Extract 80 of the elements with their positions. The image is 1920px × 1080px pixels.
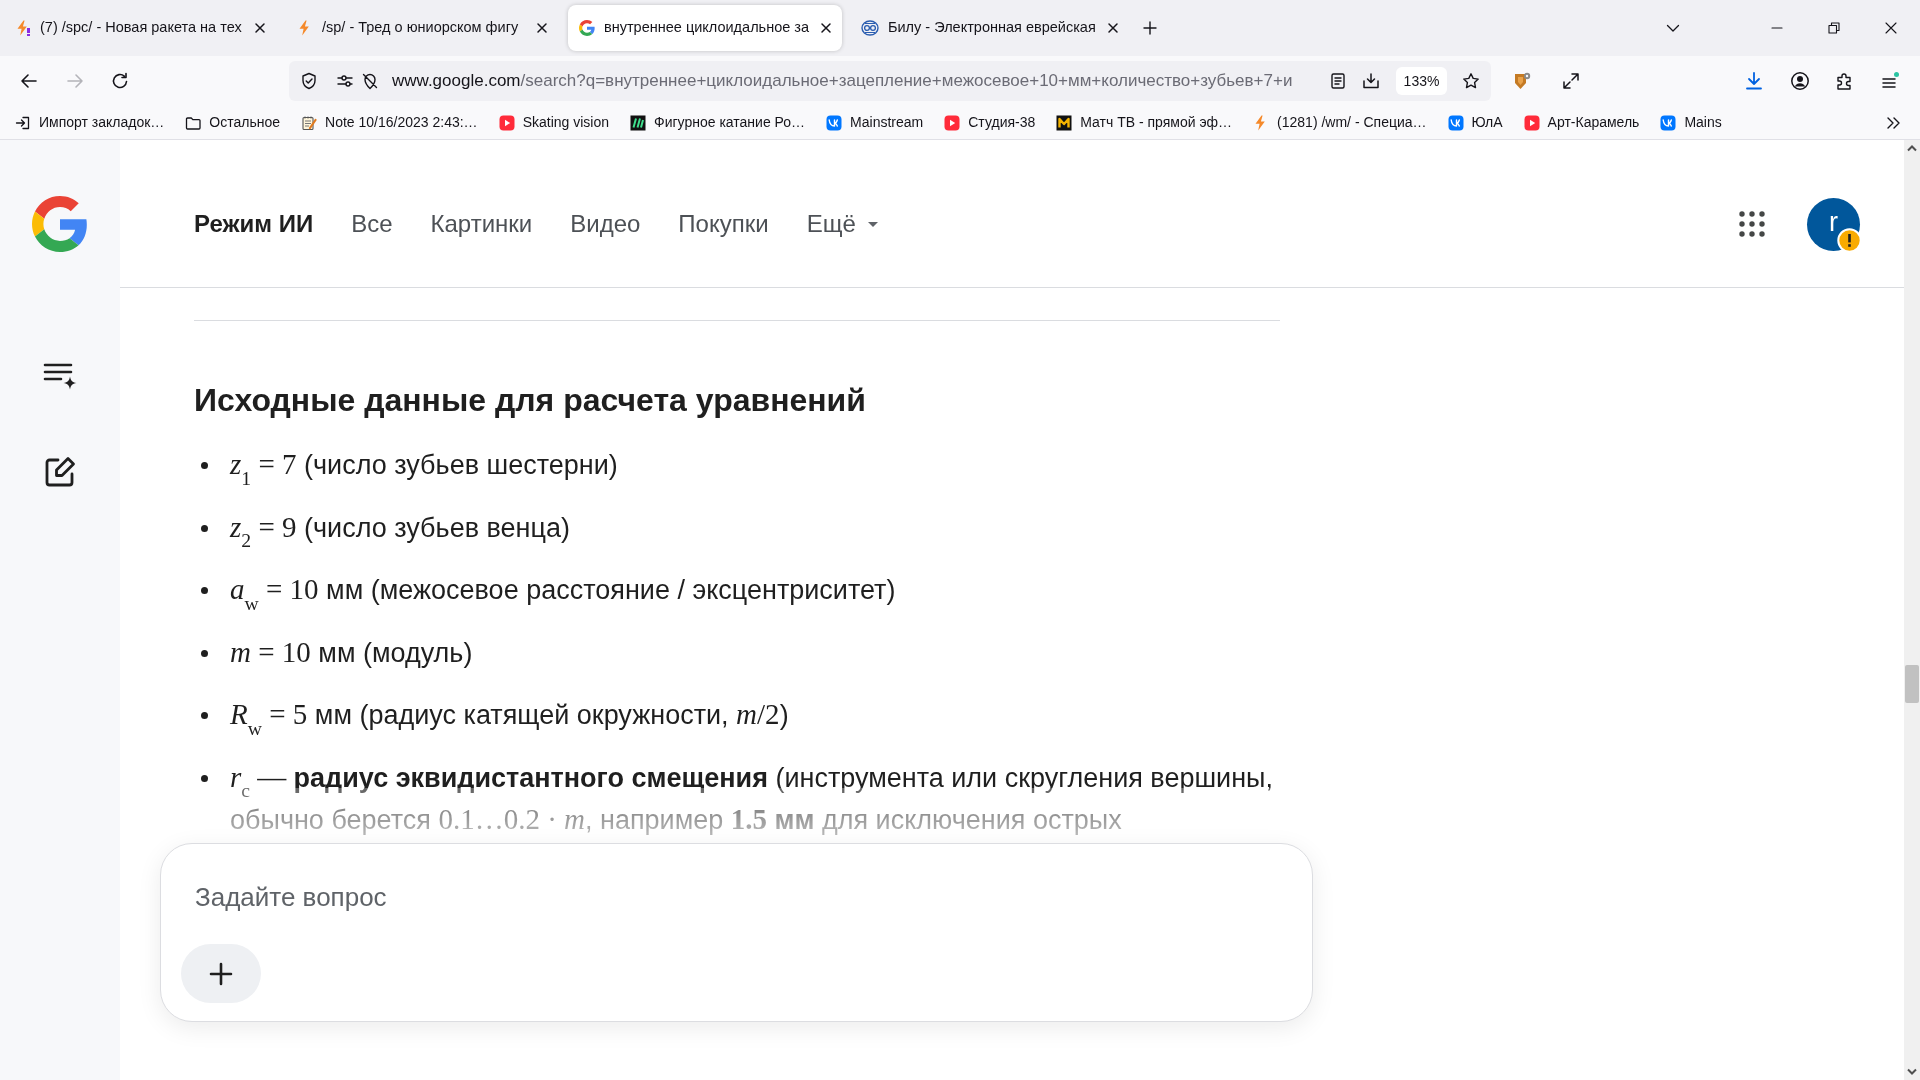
- bullet-icon: [201, 524, 208, 532]
- section-heading: Исходные данные для расчета уравнений: [194, 381, 866, 420]
- download-icon[interactable]: [1744, 71, 1764, 91]
- stripes-logo-icon: [630, 114, 646, 131]
- app-logo-icon: [1447, 114, 1464, 131]
- app-logo-icon: [826, 114, 843, 131]
- reader-view-icon[interactable]: [1329, 72, 1347, 90]
- g-logo-icon[interactable]: [32, 196, 88, 252]
- bookmark-item[interactable]: ЮлА: [1447, 112, 1503, 133]
- app-logo-icon: [1660, 114, 1677, 131]
- edit-icon[interactable]: [43, 455, 77, 489]
- bookmark-item[interactable]: Матч ТВ - прямой эф…: [1056, 112, 1233, 133]
- close-icon[interactable]: [534, 20, 550, 36]
- scroll-down-icon[interactable]: [1906, 1068, 1918, 1076]
- list-item-text: m = 10 мм (модуль): [230, 634, 473, 670]
- list-item-text: R$_{w}$ = 5 мм (радиус катящей окружности, m/2): [230, 697, 789, 736]
- close-icon[interactable]: [1883, 21, 1898, 35]
- lightning-icon: [15, 20, 31, 36]
- bullet-icon: [201, 712, 208, 719]
- nav-tab[interactable]: Покупки: [678, 204, 769, 244]
- scrollbar-thumb[interactable]: [1905, 665, 1919, 703]
- g-logo-icon: [579, 20, 595, 36]
- nav-tab[interactable]: Картинки: [430, 204, 533, 244]
- bullet-icon: [201, 649, 208, 657]
- play-icon: [944, 114, 961, 131]
- close-icon[interactable]: [252, 20, 268, 36]
- browser-tab[interactable]: (7) /spc/ - Новая ракета на тех: [4, 5, 278, 51]
- bullet-icon: [201, 462, 208, 469]
- star-icon[interactable]: [1462, 72, 1480, 90]
- expand-icon[interactable]: [1561, 71, 1581, 91]
- save-page-icon[interactable]: [1362, 72, 1380, 90]
- address-bar[interactable]: www.google.com/search?q=внутреннее+циклоидальное+зацепление+межосевое+10+мм+количество+зубьев+7+и 133%: [289, 61, 1491, 101]
- list-item-text: a$_{w}$ = 10 мм (межосевое расстояние / эксцентриситет): [230, 572, 896, 611]
- bookmark-item[interactable]: Студия-38: [944, 112, 1036, 133]
- bullet-icon: [201, 587, 208, 594]
- restore-icon[interactable]: [1826, 21, 1841, 35]
- scrollbar[interactable]: [1904, 140, 1920, 1080]
- list-item-text: r$_{c}$ — радиус эквидистантного смещения (инструмента или скругления вершины, обычно берется 0.1…0.2 · m, например 1.5 мм для исключения острых: [230, 759, 1274, 837]
- apps-icon[interactable]: [1738, 210, 1766, 238]
- zigzag-logo-icon: [1056, 114, 1073, 131]
- url-text: www.google.com/search?q=внутреннее+циклоидальное+зацепление+межосевое+10+мм+количество+зубьев+7+и: [392, 70, 1293, 93]
- zoom-button[interactable]: 133%: [1396, 67, 1447, 95]
- play-icon: [498, 114, 515, 131]
- nav-tab[interactable]: Все: [351, 204, 393, 244]
- play-icon: [1523, 114, 1540, 131]
- shield-icon[interactable]: [300, 72, 318, 90]
- bookmark-item[interactable]: Skating vision: [498, 112, 609, 133]
- emblem-icon: [861, 20, 879, 36]
- bookmark-item[interactable]: Арт-Карамель: [1523, 112, 1640, 133]
- caret-icon: [867, 221, 878, 227]
- import-icon: [15, 114, 31, 131]
- bookmark-item[interactable]: Mains: [1660, 112, 1722, 133]
- scroll-up-icon[interactable]: [1906, 144, 1918, 152]
- bookmark-item[interactable]: Остальное: [185, 112, 281, 133]
- sliders-icon[interactable]: [336, 72, 354, 90]
- bookmark-item[interactable]: Note 10/16/2023 2:43:…: [301, 112, 478, 133]
- list-item-text: z$_{2}$ = 9 (число зубьев венца): [230, 509, 570, 549]
- bookmark-item[interactable]: Mainstream: [826, 112, 924, 133]
- plus-icon[interactable]: [1142, 20, 1158, 36]
- folder-icon: [185, 114, 202, 131]
- arrow-gear-icon[interactable]: [1512, 71, 1532, 91]
- bookmark-item[interactable]: (1281) /wm/ - Специа…: [1253, 112, 1427, 133]
- account-icon[interactable]: [1790, 71, 1810, 91]
- plus-icon: [208, 960, 234, 987]
- question-input[interactable]: Задайте вопрос: [195, 877, 1275, 917]
- location-off-icon[interactable]: [361, 72, 379, 90]
- bookmark-item[interactable]: Фигурное катание Ро…: [630, 112, 806, 133]
- browser-tab[interactable]: /sp/ - Тред о юниорском фигу: [286, 5, 560, 51]
- nav-tab[interactable]: Режим ИИ: [194, 204, 314, 244]
- menu-icon[interactable]: [1880, 71, 1900, 91]
- notepad-icon: [301, 114, 318, 131]
- nav-tab[interactable]: Ещё: [806, 204, 878, 244]
- back-icon[interactable]: [19, 71, 39, 91]
- bullet-icon: [201, 774, 208, 782]
- nav-tab[interactable]: Видео: [570, 204, 641, 244]
- browser-tab[interactable]: Билу - Электронная еврейская: [850, 5, 1124, 51]
- browser-tab[interactable]: внутреннее циклоидальное за: [568, 5, 842, 51]
- reload-icon[interactable]: [110, 71, 130, 91]
- list-item-text: z$_{1}$ = 7 (число зубьев шестерни): [230, 447, 618, 486]
- bookmark-item[interactable]: Импорт закладок…: [15, 112, 165, 133]
